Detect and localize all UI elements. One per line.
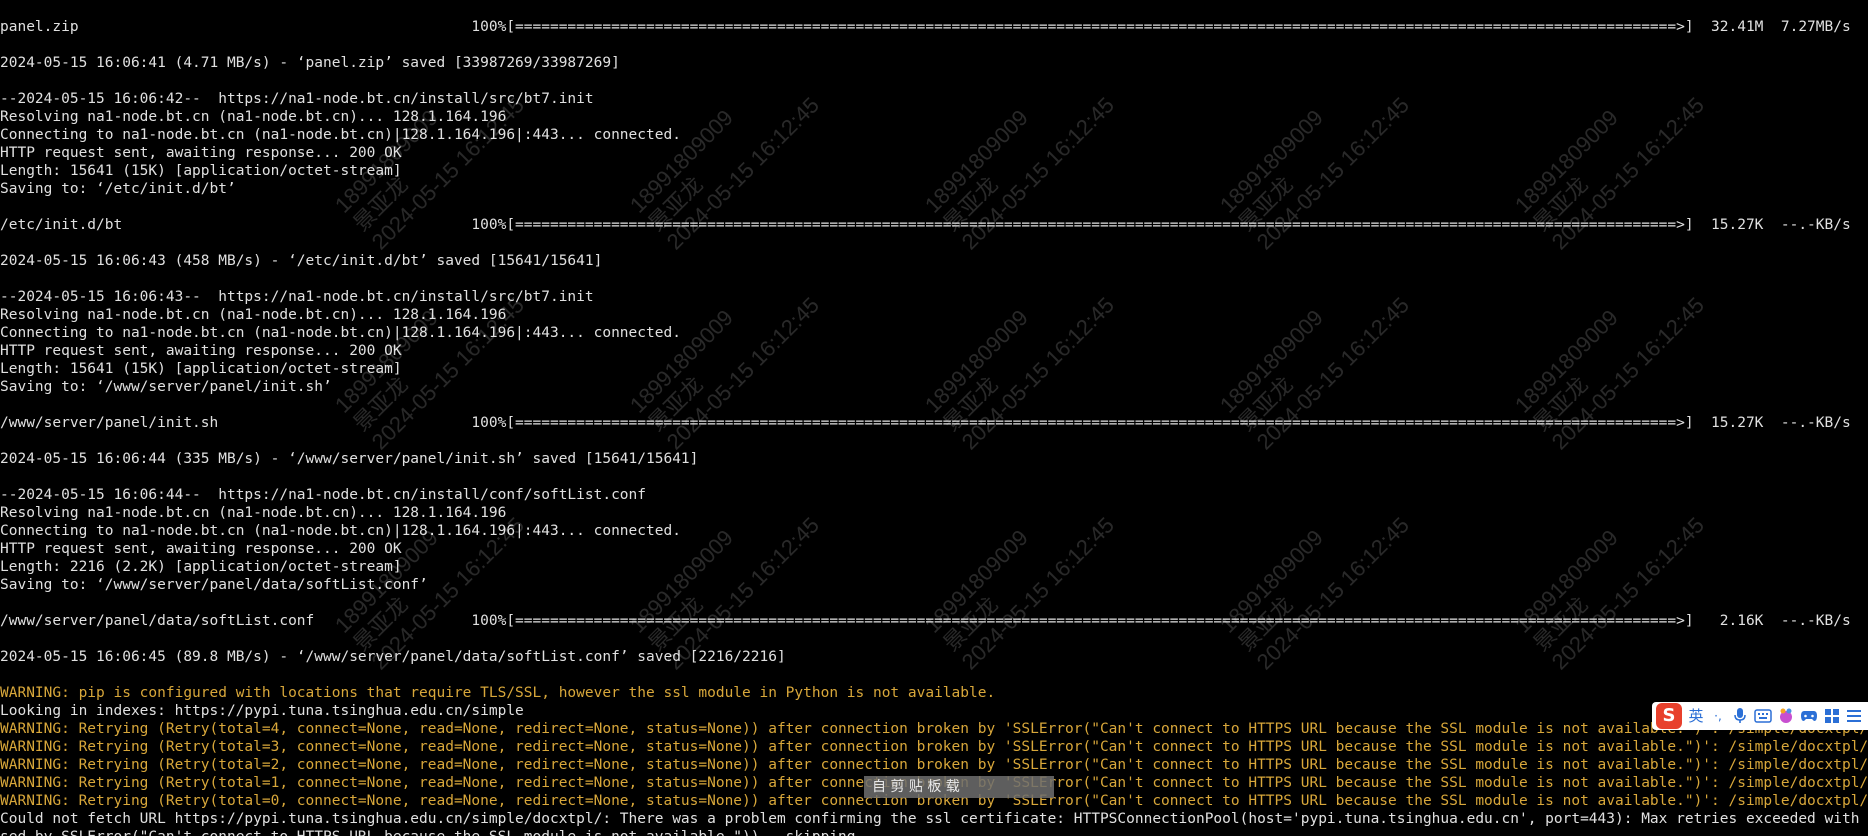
terminal-warning-line: WARNING: pip is configured with location… (0, 685, 996, 701)
microphone-icon[interactable] (1732, 708, 1748, 724)
ime-toolbar[interactable]: S 英 ·, (1652, 702, 1868, 730)
terminal-warning-line: WARNING: Retrying (Retry(total=4, connec… (0, 721, 1868, 737)
terminal-line: --2024-05-15 16:06:42-- https://na1-node… (0, 91, 594, 107)
menu-icon[interactable] (1846, 709, 1862, 723)
terminal-line: HTTP request sent, awaiting response... … (0, 145, 402, 161)
terminal-line: --2024-05-15 16:06:44-- https://na1-node… (0, 487, 647, 503)
terminal-line: 2024-05-15 16:06:43 (458 MB/s) - ‘/etc/i… (0, 253, 603, 269)
terminal-window[interactable]: panel.zip 100%[=========================… (0, 0, 1868, 836)
terminal-line: Looking in indexes: https://pypi.tuna.ts… (0, 703, 524, 719)
terminal-line: Could not fetch URL https://pypi.tuna.ts… (0, 811, 1868, 827)
terminal-warning-line: WARNING: Retrying (Retry(total=3, connec… (0, 739, 1868, 755)
terminal-line: Resolving na1-node.bt.cn (na1-node.bt.cn… (0, 505, 507, 521)
terminal-line: Resolving na1-node.bt.cn (na1-node.bt.cn… (0, 307, 507, 323)
terminal-line: /www/server/panel/data/softList.conf 100… (0, 613, 1868, 629)
grid-icon[interactable] (1824, 709, 1840, 723)
terminal-line: Saving to: ‘/www/server/panel/init.sh’ (0, 379, 332, 395)
ime-mode-toggle[interactable]: 英 (1688, 707, 1704, 725)
terminal-output: panel.zip 100%[=========================… (0, 18, 1868, 836)
terminal-line: Connecting to na1-node.bt.cn (na1-node.b… (0, 325, 681, 341)
terminal-line: 2024-05-15 16:06:41 (4.71 MB/s) - ‘panel… (0, 55, 620, 71)
terminal-line: Length: 15641 (15K) [application/octet-s… (0, 163, 402, 179)
terminal-line: panel.zip 100%[=========================… (0, 19, 1868, 35)
ime-logo-icon[interactable]: S (1656, 703, 1682, 729)
gamepad-icon[interactable] (1800, 709, 1818, 723)
terminal-line: /www/server/panel/init.sh 100%[=========… (0, 415, 1868, 431)
terminal-line: Saving to: ‘/www/server/panel/data/softL… (0, 577, 428, 593)
terminal-line: 2024-05-15 16:06:44 (335 MB/s) - ‘/www/s… (0, 451, 699, 467)
terminal-line: Length: 15641 (15K) [application/octet-s… (0, 361, 402, 377)
terminal-line: Resolving na1-node.bt.cn (na1-node.bt.cn… (0, 109, 507, 125)
terminal-line: Connecting to na1-node.bt.cn (na1-node.b… (0, 127, 681, 143)
ime-punctuation-toggle[interactable]: ·, (1710, 707, 1726, 725)
terminal-line: Connecting to na1-node.bt.cn (na1-node.b… (0, 523, 681, 539)
terminal-line: Length: 2216 (2.2K) [application/octet-s… (0, 559, 402, 575)
terminal-line: HTTP request sent, awaiting response... … (0, 343, 402, 359)
terminal-line: /etc/init.d/bt 100%[====================… (0, 217, 1868, 233)
ime-candidate-popup[interactable]: 自 剪 贴 板 载 (864, 776, 1054, 798)
terminal-warning-line: WARNING: Retrying (Retry(total=2, connec… (0, 757, 1868, 773)
terminal-line: Saving to: ‘/etc/init.d/bt’ (0, 181, 236, 197)
terminal-line: 2024-05-15 16:06:45 (89.8 MB/s) - ‘/www/… (0, 649, 786, 665)
terminal-line: --2024-05-15 16:06:43-- https://na1-node… (0, 289, 594, 305)
terminal-line: sed by SSLError("Can't connect to HTTPS … (0, 828, 1868, 836)
terminal-line: HTTP request sent, awaiting response... … (0, 541, 402, 557)
skin-icon[interactable] (1778, 708, 1794, 724)
keyboard-icon[interactable] (1754, 709, 1772, 723)
